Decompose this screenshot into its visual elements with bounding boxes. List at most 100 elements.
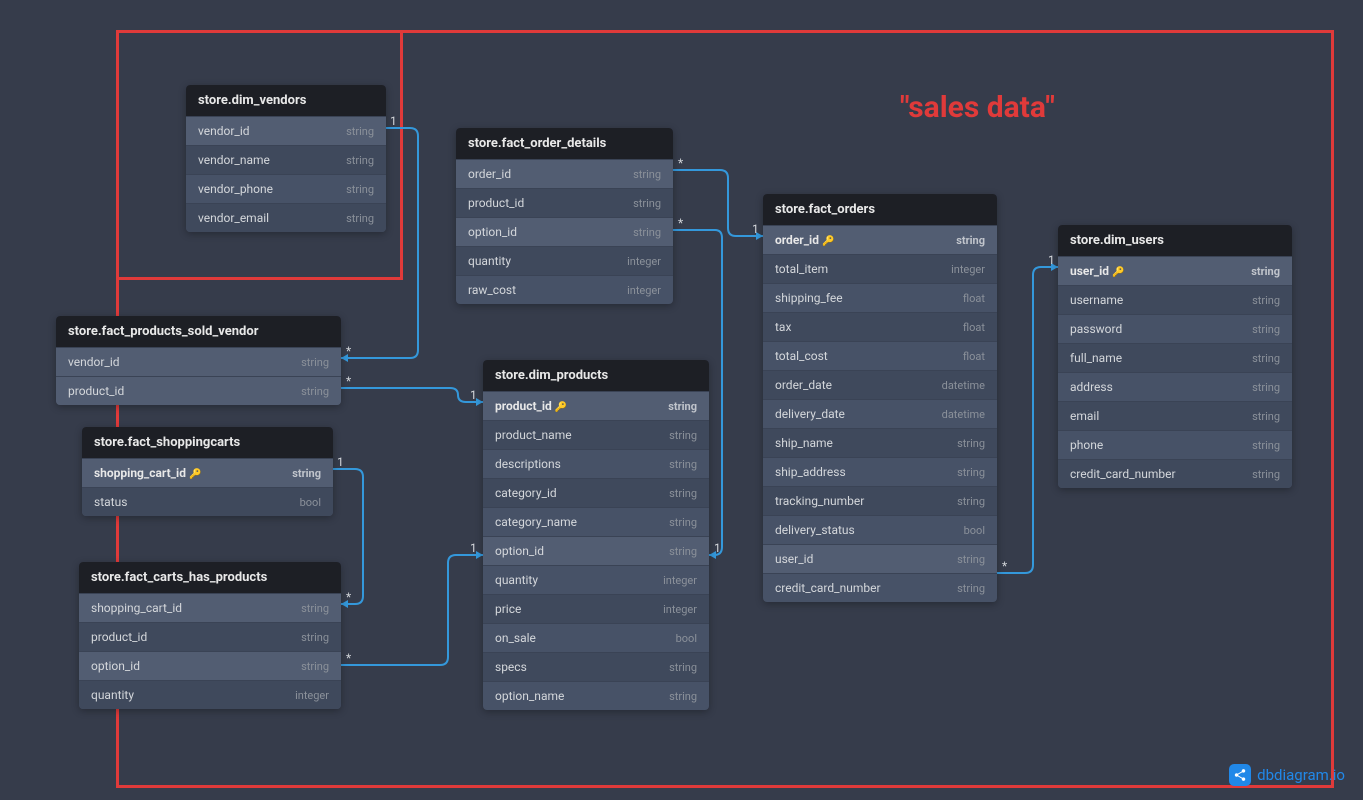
column-row[interactable]: full_namestring [1058, 343, 1292, 372]
column-row[interactable]: quantityinteger [483, 565, 709, 594]
column-type: string [633, 197, 661, 210]
dbdiagram-logo[interactable]: dbdiagram.io [1229, 764, 1345, 786]
card-12: 1 [470, 541, 477, 555]
column-name: price [495, 602, 521, 616]
column-row[interactable]: option_idstring [456, 217, 673, 246]
column-row[interactable]: product_namestring [483, 420, 709, 449]
table-fact-orders[interactable]: store.fact_ordersorder_id🔑stringtotal_it… [763, 194, 997, 602]
key-icon: 🔑 [555, 402, 567, 413]
column-row[interactable]: vendor_emailstring [186, 203, 386, 232]
column-row[interactable]: order_datedatetime [763, 370, 997, 399]
column-name: vendor_name [198, 153, 270, 167]
column-row[interactable]: option_namestring [483, 681, 709, 710]
key-icon: 🔑 [189, 469, 201, 480]
column-type: string [957, 495, 985, 508]
column-row[interactable]: delivery_statusbool [763, 515, 997, 544]
column-row[interactable]: vendor_idstring [186, 116, 386, 145]
column-name: order_id [468, 167, 511, 181]
column-row[interactable]: passwordstring [1058, 314, 1292, 343]
column-row[interactable]: on_salebool [483, 623, 709, 652]
column-name: status [94, 495, 127, 509]
card-1: 1 [390, 114, 397, 128]
column-row[interactable]: delivery_datedatetime [763, 399, 997, 428]
column-row[interactable]: descriptionsstring [483, 449, 709, 478]
table-fact-carts-has-products[interactable]: store.fact_carts_has_productsshopping_ca… [79, 562, 341, 709]
column-row[interactable]: quantityinteger [79, 680, 341, 709]
column-row[interactable]: ship_addressstring [763, 457, 997, 486]
column-row[interactable]: credit_card_numberstring [763, 573, 997, 602]
column-row[interactable]: option_idstring [483, 536, 709, 565]
column-row[interactable]: product_idstring [79, 622, 341, 651]
column-name: email [1070, 409, 1099, 423]
key-icon: 🔑 [822, 236, 834, 247]
column-row[interactable]: order_id string [456, 159, 673, 188]
column-name: shipping_fee [775, 291, 843, 305]
column-type: string [669, 661, 697, 674]
column-row[interactable]: statusbool [82, 487, 333, 516]
column-type: string [633, 168, 661, 181]
column-row[interactable]: specsstring [483, 652, 709, 681]
table-fact-order-details[interactable]: store.fact_order_detailsorder_idstringpr… [456, 128, 673, 304]
column-row[interactable]: product_id🔑string [483, 391, 709, 420]
column-name: order_date [775, 378, 832, 392]
column-row[interactable]: total_iteminteger [763, 254, 997, 283]
column-row[interactable]: product_id string [456, 188, 673, 217]
column-type: float [963, 321, 985, 334]
column-type: float [963, 350, 985, 363]
column-row[interactable]: option_idstring [79, 651, 341, 680]
column-row[interactable]: priceinteger [483, 594, 709, 623]
column-name: total_item [775, 262, 828, 276]
table-dim-users[interactable]: store.dim_usersuser_id🔑stringusernamestr… [1058, 225, 1292, 488]
table-fact-shoppingcarts[interactable]: store.fact_shoppingcartsshopping_cart_id… [82, 427, 333, 516]
card-3: * [346, 374, 351, 388]
column-name: ship_name [775, 436, 833, 450]
column-type: string [301, 385, 329, 398]
column-row[interactable]: ship_namestring [763, 428, 997, 457]
column-type: string [1252, 439, 1280, 452]
column-type: datetime [942, 408, 985, 421]
table-header: store.fact_carts_has_products [79, 562, 341, 593]
share-icon [1229, 764, 1251, 786]
table-dim-products[interactable]: store.dim_productsproduct_id🔑stringprodu… [483, 360, 709, 710]
column-row[interactable]: vendor_namestring [186, 145, 386, 174]
column-row[interactable]: vendor_idstring [56, 347, 341, 376]
column-type: string [301, 660, 329, 673]
column-row[interactable]: user_idstring [763, 544, 997, 573]
column-type: string [1252, 323, 1280, 336]
erd-canvas[interactable]: "sales data" 1 * * 1 * * 1 * 1 1 * 1 1 *… [0, 0, 1363, 800]
column-type: string [669, 487, 697, 500]
column-row[interactable]: category_namestring [483, 507, 709, 536]
column-row[interactable]: product_idstring [56, 376, 341, 405]
column-row[interactable]: order_id🔑string [763, 225, 997, 254]
column-row[interactable]: phonestring [1058, 430, 1292, 459]
column-row[interactable]: vendor_phonestring [186, 174, 386, 203]
column-row[interactable]: shipping_feefloat [763, 283, 997, 312]
column-row[interactable]: taxfloat [763, 312, 997, 341]
column-type: string [669, 516, 697, 529]
column-type: string [346, 125, 374, 138]
column-type: string [669, 458, 697, 471]
column-row[interactable]: shopping_cart_idstring [79, 593, 341, 622]
column-name: shopping_cart_id🔑 [94, 466, 201, 480]
column-row[interactable]: shopping_cart_id🔑string [82, 458, 333, 487]
column-type: integer [627, 255, 661, 268]
card-12b: 1 [714, 541, 721, 555]
column-row[interactable]: addressstring [1058, 372, 1292, 401]
card-8: * [1002, 559, 1007, 573]
column-type: integer [295, 689, 329, 702]
column-row[interactable]: tracking_numberstring [763, 486, 997, 515]
column-row[interactable]: credit_card_numberstring [1058, 459, 1292, 488]
column-type: string [1252, 294, 1280, 307]
column-row[interactable]: quantityinteger [456, 246, 673, 275]
table-dim-vendors[interactable]: store.dim_vendorsvendor_idstringvendor_n… [186, 85, 386, 232]
column-row[interactable]: total_costfloat [763, 341, 997, 370]
column-row[interactable]: username string [1058, 285, 1292, 314]
column-row[interactable]: category_idstring [483, 478, 709, 507]
column-name: product_id [468, 196, 524, 210]
table-fact-products-sold-vendor[interactable]: store.fact_products_sold_vendorvendor_id… [56, 316, 341, 405]
column-row[interactable]: emailstring [1058, 401, 1292, 430]
column-name: username [1070, 293, 1123, 307]
table-header: store.dim_vendors [186, 85, 386, 116]
column-row[interactable]: raw_costinteger [456, 275, 673, 304]
column-row[interactable]: user_id🔑string [1058, 256, 1292, 285]
